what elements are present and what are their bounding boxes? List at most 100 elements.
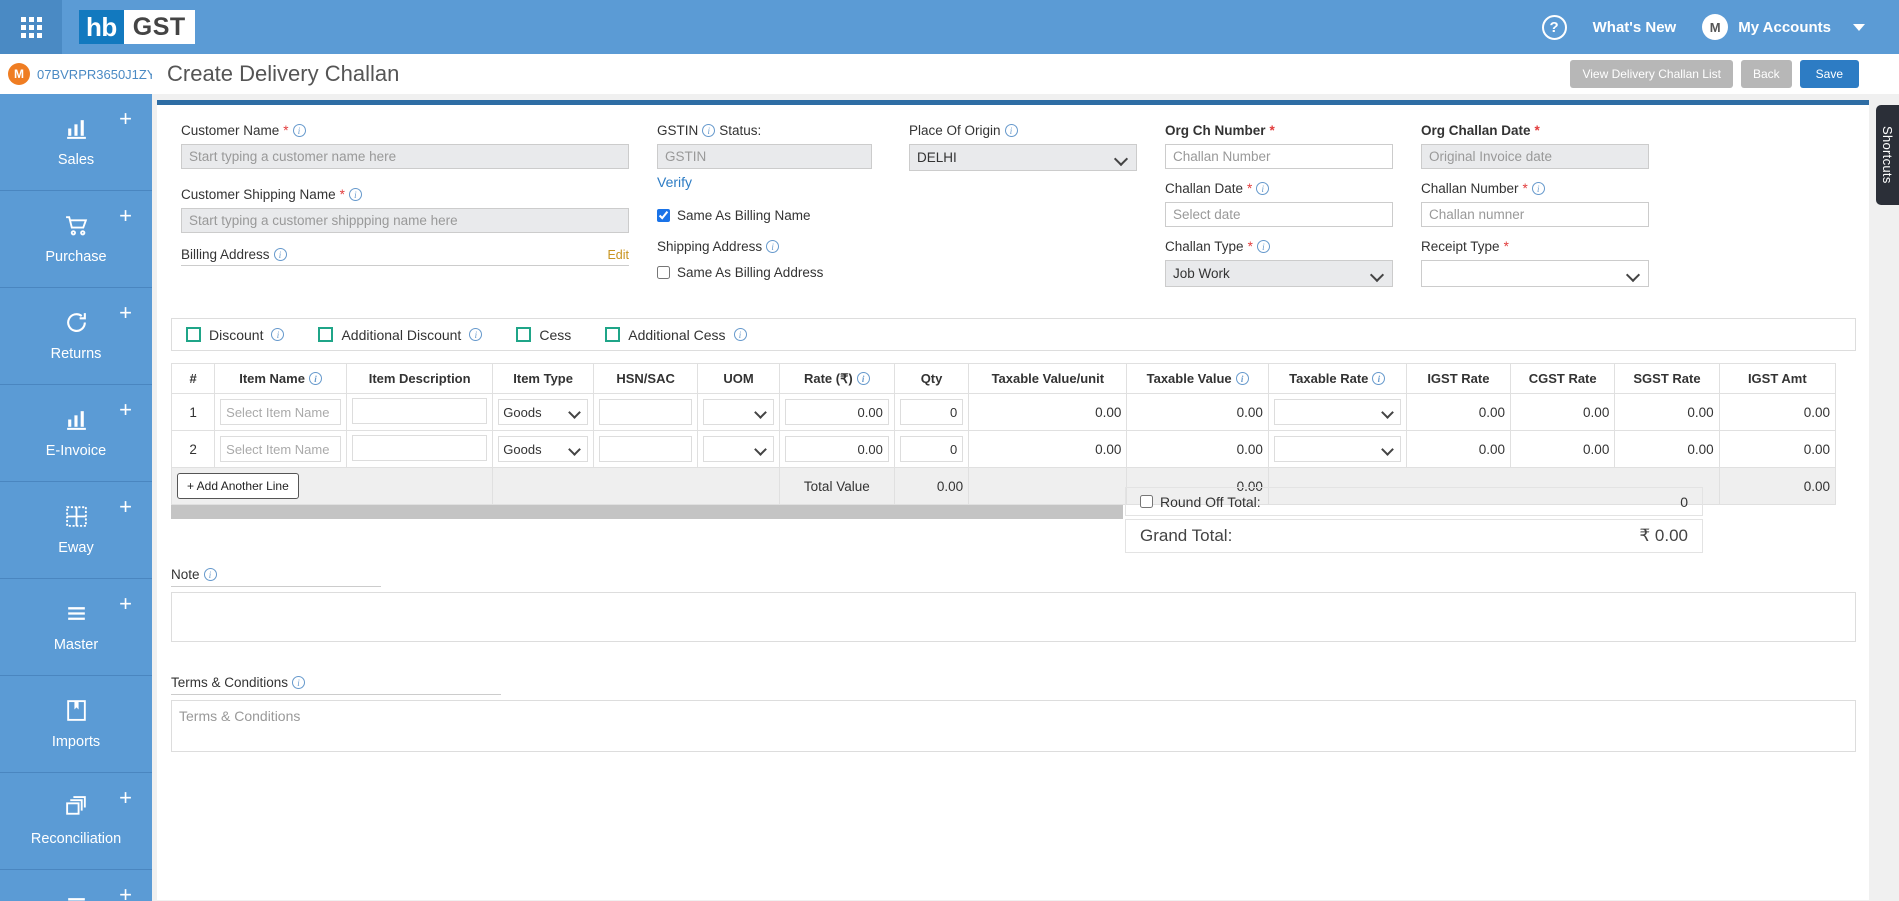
sidebar-item-imports[interactable]: Imports: [0, 676, 152, 773]
item-type-cell: Goods: [492, 430, 594, 468]
info-icon[interactable]: i: [273, 248, 287, 261]
note-label: Note i: [171, 567, 381, 587]
checkbox[interactable]: [605, 327, 621, 342]
round-off-total-checkbox[interactable]: [1140, 495, 1153, 508]
chevron-down-icon: [1853, 23, 1865, 31]
sidebar-gstin-row[interactable]: M 07BVRPR3650J1ZY: [0, 54, 152, 94]
shortcuts-tab[interactable]: Shortcuts: [1876, 105, 1899, 205]
sidebar-item-master[interactable]: Master +: [0, 579, 152, 676]
qty-input[interactable]: [899, 436, 964, 462]
hsn-sac-input[interactable]: [598, 399, 693, 425]
info-icon[interactable]: i: [203, 568, 217, 581]
taxable-rate-select[interactable]: [1273, 436, 1401, 462]
item-description-textarea[interactable]: [352, 434, 488, 461]
discount-option-discount[interactable]: Discount i: [186, 327, 285, 343]
sidebar-item-e-invoice[interactable]: E-Invoice +: [0, 385, 152, 482]
sidebar-item-reconciliation[interactable]: Reconciliation +: [0, 773, 152, 870]
sidebar-item-returns[interactable]: Returns +: [0, 288, 152, 385]
gstin-input[interactable]: [657, 144, 872, 169]
taxable-rate-select[interactable]: [1273, 399, 1401, 425]
receipt-type-select[interactable]: [1421, 260, 1649, 287]
sidebar-add-icon[interactable]: +: [119, 593, 132, 615]
item-name-input[interactable]: [220, 436, 342, 462]
rate-input[interactable]: [784, 399, 889, 425]
app-logo[interactable]: hb GST: [79, 10, 195, 44]
items-table: # Item Name i Item Description Item Type HSN/…: [170, 363, 1837, 505]
info-icon[interactable]: i: [766, 240, 780, 253]
org-ch-number-label: Org Ch Number *: [1165, 123, 1275, 138]
my-accounts-menu[interactable]: M My Accounts: [1702, 14, 1865, 40]
info-icon[interactable]: i: [1372, 372, 1386, 385]
customer-name-input[interactable]: [181, 144, 629, 169]
same-as-billing-name-checkbox[interactable]: [657, 209, 670, 222]
discount-option-additional-discount[interactable]: Additional Discount i: [318, 327, 483, 343]
qty-input[interactable]: [899, 399, 964, 425]
note-textarea[interactable]: [171, 592, 1856, 642]
info-icon[interactable]: i: [1531, 182, 1545, 195]
item-type-select[interactable]: Goods: [498, 399, 588, 425]
checkbox[interactable]: [516, 327, 532, 342]
same-as-billing-address-checkbox[interactable]: [657, 266, 670, 279]
info-icon[interactable]: i: [271, 328, 285, 341]
sidebar-add-icon[interactable]: +: [119, 884, 132, 901]
page-header: Create Delivery Challan View Delivery Ch…: [152, 54, 1899, 94]
sidebar-add-icon[interactable]: +: [119, 205, 132, 227]
same-as-billing-name-row[interactable]: Same As Billing Name: [657, 208, 872, 223]
same-as-billing-address-row[interactable]: Same As Billing Address: [657, 265, 872, 280]
apps-grid-button[interactable]: [0, 0, 62, 54]
column-header-qty: Qty: [893, 363, 970, 394]
org-challan-date-input[interactable]: [1421, 144, 1649, 169]
billing-address-edit-link[interactable]: Edit: [607, 248, 629, 262]
qty-cell: [893, 430, 970, 468]
save-button[interactable]: Save: [1799, 60, 1859, 88]
uom-select[interactable]: [703, 436, 774, 462]
sidebar-item-sales[interactable]: Sales +: [0, 94, 152, 191]
customer-shipping-name-input[interactable]: [181, 208, 629, 233]
checkbox[interactable]: [186, 327, 201, 342]
sidebar-item-purchase[interactable]: Purchase +: [0, 191, 152, 288]
sidebar-add-icon[interactable]: +: [119, 787, 132, 809]
rate-input[interactable]: [784, 436, 889, 462]
org-ch-number-input[interactable]: [1165, 144, 1393, 169]
horizontal-scrollbar[interactable]: [171, 505, 1123, 519]
info-icon[interactable]: i: [856, 372, 870, 385]
info-icon[interactable]: i: [1004, 124, 1018, 137]
info-icon[interactable]: i: [1235, 372, 1249, 385]
sidebar-item-eway[interactable]: Eway +: [0, 482, 152, 579]
challan-number-input[interactable]: [1421, 202, 1649, 227]
info-icon[interactable]: i: [292, 676, 306, 689]
discount-option-additional-cess[interactable]: Additional Cess i: [605, 327, 747, 343]
item-type-select[interactable]: Goods: [498, 436, 588, 462]
challan-type-select[interactable]: Job Work: [1165, 260, 1393, 287]
verify-gstin-link[interactable]: Verify: [657, 174, 692, 190]
info-icon[interactable]: i: [308, 372, 322, 385]
hsn-sac-input[interactable]: [598, 436, 693, 462]
add-line-cell: + Add Another Line: [170, 467, 494, 505]
item-name-input[interactable]: [220, 399, 342, 425]
checkbox[interactable]: [318, 327, 334, 342]
info-icon[interactable]: i: [292, 124, 306, 137]
sidebar-add-icon[interactable]: +: [119, 108, 132, 130]
sidebar-add-icon[interactable]: +: [119, 496, 132, 518]
item-description-textarea[interactable]: [352, 397, 488, 424]
challan-date-input[interactable]: [1165, 202, 1393, 227]
terms-conditions-textarea[interactable]: [171, 700, 1856, 752]
info-icon[interactable]: i: [469, 328, 483, 341]
info-icon[interactable]: i: [1256, 240, 1270, 253]
add-another-line-button[interactable]: + Add Another Line: [177, 473, 299, 499]
discount-option-cess[interactable]: Cess: [516, 327, 571, 343]
info-icon[interactable]: i: [733, 328, 747, 341]
info-icon[interactable]: i: [348, 188, 362, 201]
uom-select[interactable]: [703, 399, 774, 425]
sidebar-add-icon[interactable]: +: [119, 302, 132, 324]
back-button[interactable]: Back: [1740, 60, 1792, 88]
whats-new-link[interactable]: What's New: [1593, 19, 1677, 36]
sidebar-add-icon[interactable]: +: [119, 399, 132, 421]
column-header-label: Taxable Value: [1146, 371, 1232, 386]
sidebar-item-reports[interactable]: Reports+: [0, 870, 152, 901]
help-icon[interactable]: ?: [1541, 14, 1567, 40]
info-icon[interactable]: i: [1256, 182, 1270, 195]
view-delivery-challan-list-button[interactable]: View Delivery Challan List: [1570, 60, 1733, 88]
info-icon[interactable]: i: [702, 124, 716, 137]
place-of-origin-select[interactable]: DELHI: [909, 144, 1137, 171]
